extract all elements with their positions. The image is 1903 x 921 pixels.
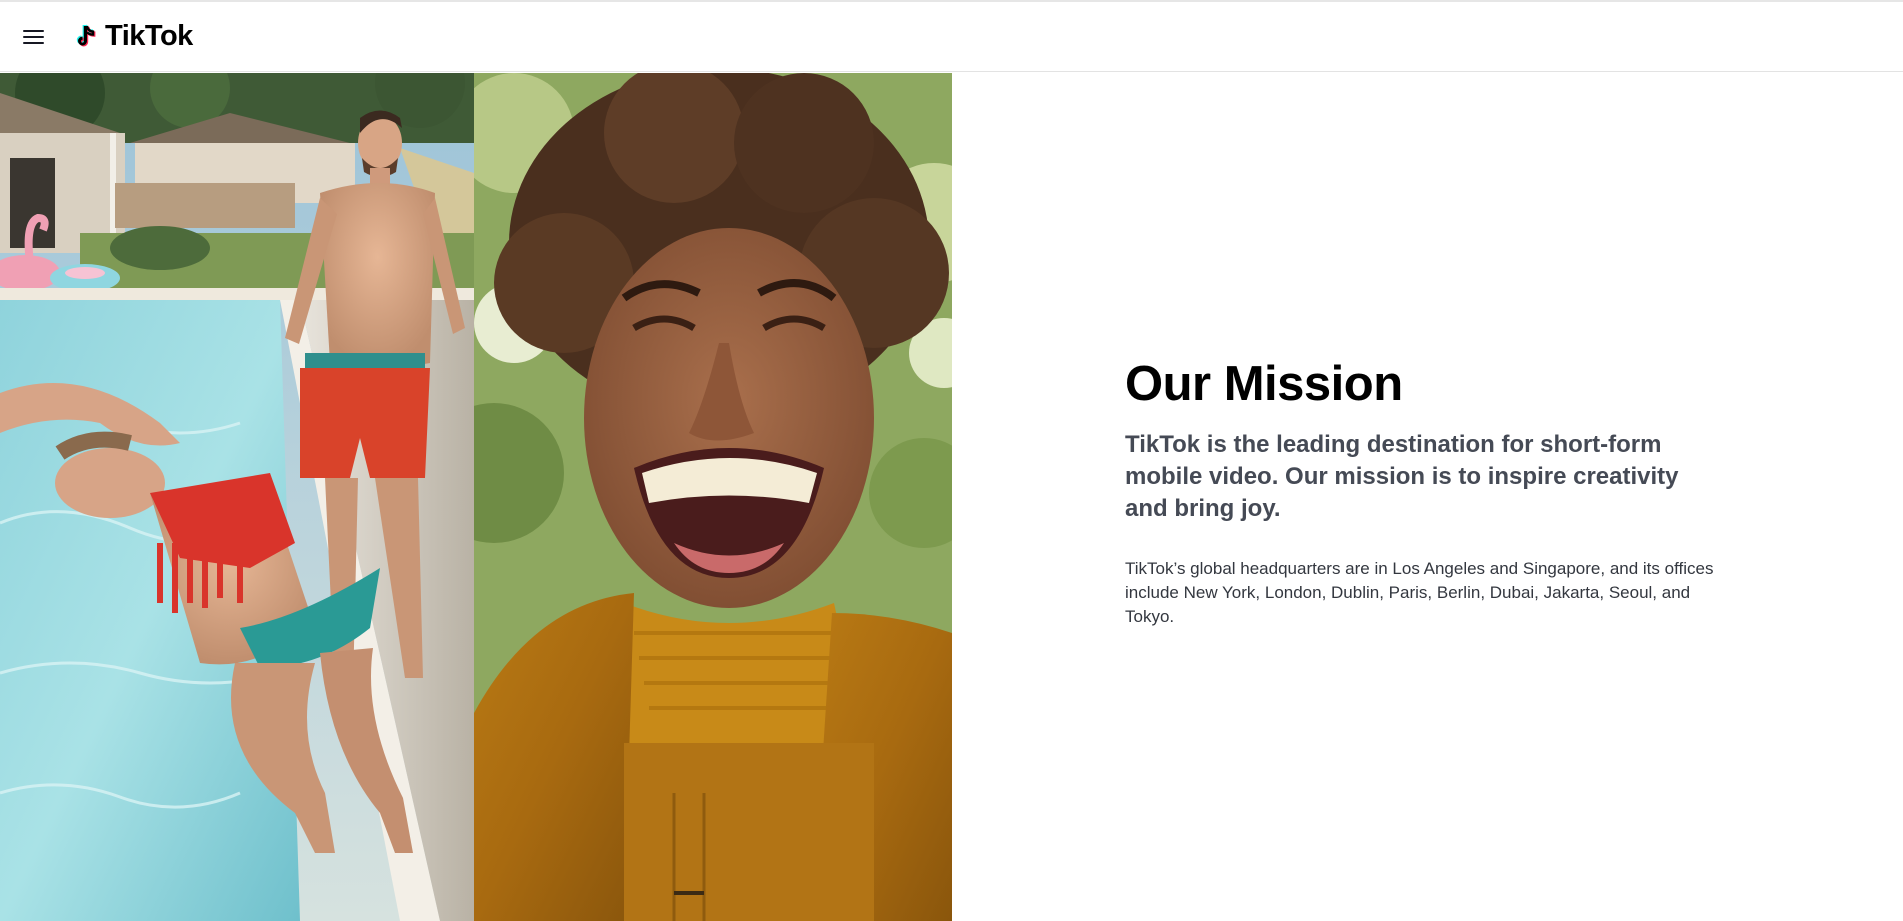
headquarters-text: TikTok’s global headquarters are in Los … [1125, 559, 1714, 626]
pool-photo [0, 73, 474, 921]
menu-line [23, 41, 44, 44]
tiktok-logo-link[interactable]: TikTok [75, 20, 193, 53]
logo-wordmark: TikTok [105, 20, 193, 52]
tiktok-note-icon [76, 24, 96, 46]
hamburger-menu-icon[interactable] [23, 27, 47, 47]
mission-lead-text: TikTok is the leading destination for sh… [1125, 431, 1679, 522]
mission-section: Our Mission TikTok is the leading destin… [1125, 355, 1725, 629]
hero-media [0, 73, 952, 921]
laughing-portrait-photo [474, 73, 952, 921]
laughing-portrait-image [474, 73, 952, 921]
pool-photo-image [0, 73, 474, 921]
mission-title: Our Mission [1125, 357, 1403, 411]
menu-line [23, 35, 44, 38]
menu-line [23, 29, 44, 32]
site-header: TikTok [0, 2, 1903, 72]
